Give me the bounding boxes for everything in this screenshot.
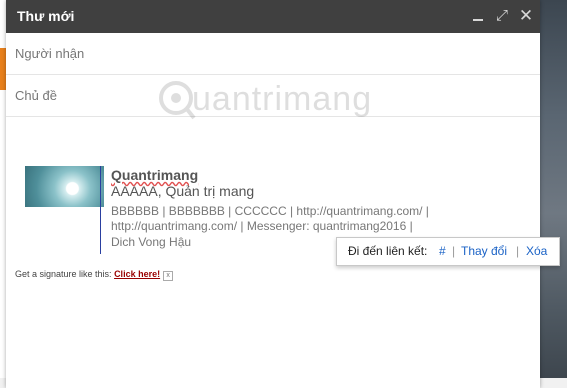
- watermark-text: uantrimang: [192, 80, 373, 118]
- link-popup-label: Đi đến liên kết:: [348, 244, 428, 258]
- close-icon[interactable]: ✕: [517, 7, 535, 25]
- link-popup: Đi đến liên kết: # | Thay đổi | Xóa: [336, 237, 560, 266]
- signature-image: [25, 166, 104, 207]
- signature-divider: [100, 166, 101, 254]
- expand-icon[interactable]: ⤢: [493, 7, 511, 25]
- compose-title: Thư mới: [17, 8, 75, 24]
- link-go-button[interactable]: #: [439, 244, 446, 258]
- get-signature-link[interactable]: Click here!: [114, 269, 160, 279]
- lightbulb-icon: [159, 81, 196, 120]
- signature-address: Dich Vong Hậu: [111, 235, 192, 249]
- signature-line-3[interactable]: http://quantrimang.com/ | Messenger: qua…: [111, 219, 413, 233]
- link-delete-button[interactable]: Xóa: [526, 244, 547, 258]
- watermark-logo: uantrimang: [156, 76, 386, 126]
- subject-label: Chủ đề: [15, 88, 57, 103]
- link-separator: |: [516, 244, 520, 258]
- compose-titlebar[interactable]: Thư mới ⤢ ✕: [6, 0, 540, 33]
- link-edit-button[interactable]: Thay đổi: [461, 244, 507, 258]
- background-wallpaper: [540, 0, 567, 388]
- get-signature-promo: Get a signature like this: Click here! x: [15, 269, 174, 281]
- close-promo-icon[interactable]: x: [163, 271, 174, 281]
- recipients-field[interactable]: Người nhận: [6, 33, 540, 75]
- signature-name: Quantrimang: [111, 167, 199, 183]
- signature-role: AAAAA, Quản trị mang: [111, 183, 255, 199]
- signature-line-2[interactable]: BBBBBB | BBBBBBB | CCCCCC | http://quant…: [111, 204, 429, 218]
- recipients-label: Người nhận: [15, 46, 85, 61]
- link-separator: |: [452, 244, 456, 258]
- compose-window: Thư mới ⤢ ✕ Người nhận Chủ đề uantrimang…: [6, 0, 560, 388]
- get-signature-text: Get a signature like this:: [15, 269, 115, 279]
- minimize-icon[interactable]: [469, 7, 487, 25]
